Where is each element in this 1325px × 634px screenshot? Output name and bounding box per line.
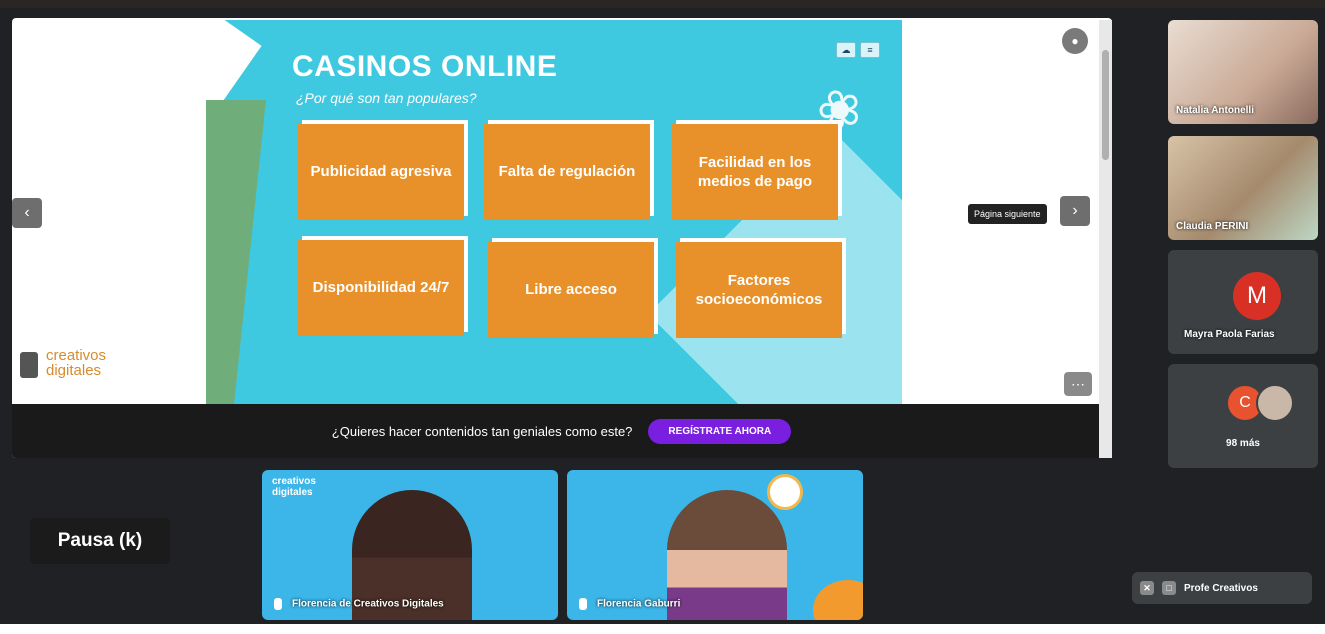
mic-icon xyxy=(579,598,587,610)
card-libre-acceso: Libre acceso xyxy=(488,242,654,338)
menu-icon[interactable]: ≡ xyxy=(860,42,880,58)
robot-icon xyxy=(20,352,38,378)
card-medios-pago: Facilidad en los medios de pago xyxy=(672,124,838,220)
presenter-chip[interactable]: ✕ □ Profe Creativos xyxy=(1132,572,1312,604)
scroll-thumb[interactable] xyxy=(1102,50,1109,160)
participant-tile[interactable]: M Mayra Paola Farias xyxy=(1168,250,1318,354)
mic-off-icon[interactable]: ✕ xyxy=(1140,581,1154,595)
present-icon[interactable]: □ xyxy=(1162,581,1176,595)
card-regulacion: Falta de regulación xyxy=(484,124,650,220)
participant-name: Claudia PERINI xyxy=(1176,221,1249,232)
participant-video xyxy=(667,490,787,620)
bottom-edge xyxy=(0,624,1325,634)
slide-toolbar: ☁ ≡ xyxy=(836,42,880,58)
slide: ☁ ≡ ❀ CASINOS ONLINE ¿Por qué son tan po… xyxy=(206,20,902,404)
more-participants-tile[interactable]: C 98 más xyxy=(1168,364,1318,468)
decoration xyxy=(813,580,863,620)
badge-icon xyxy=(767,474,803,510)
cta-bar: ¿Quieres hacer contenidos tan geniales c… xyxy=(12,404,1111,458)
video-participant-name: Florencia de Creativos Digitales xyxy=(292,598,444,610)
chevron-right-icon: › xyxy=(1072,202,1078,219)
slide-green-shape xyxy=(206,100,266,404)
presentation-frame: ● ☁ ≡ ❀ CASINOS ONLINE ¿Por qué son tan … xyxy=(12,18,1112,458)
cloud-icon[interactable]: ☁ xyxy=(836,42,856,58)
next-slide-button[interactable]: › xyxy=(1060,196,1090,226)
slide-title: CASINOS ONLINE xyxy=(292,50,558,83)
slide-subtitle: ¿Por qué son tan populares? xyxy=(296,90,477,106)
scrollbar[interactable] xyxy=(1099,20,1112,458)
video-tile[interactable]: Florencia Gaburri xyxy=(567,470,863,620)
card-socioeconomicos: Factores socioeconómicos xyxy=(676,242,842,338)
prev-slide-button[interactable]: ‹ xyxy=(12,198,42,228)
mic-icon xyxy=(274,598,282,610)
cta-text: ¿Quieres hacer contenidos tan geniales c… xyxy=(331,423,633,439)
chevron-left-icon: ‹ xyxy=(24,204,30,221)
avatar xyxy=(1256,384,1294,422)
register-button[interactable]: REGÍSTRATE AHORA xyxy=(648,418,792,444)
participant-tile[interactable]: Claudia PERINI xyxy=(1168,136,1318,240)
participant-name: Natalia Antonelli xyxy=(1176,105,1254,116)
presenter-name: Profe Creativos xyxy=(1184,582,1258,594)
top-strip xyxy=(0,0,1325,8)
video-participant-name: Florencia Gaburri xyxy=(597,598,681,610)
participant-name: Mayra Paola Farias xyxy=(1184,329,1275,340)
card-disponibilidad: Disponibilidad 24/7 xyxy=(298,240,464,336)
more-participants-count: 98 más xyxy=(1226,438,1260,449)
more-options-button[interactable]: ⋯ xyxy=(1064,372,1092,396)
cast-icon[interactable]: ● xyxy=(1062,28,1088,54)
participant-tile[interactable]: Natalia Antonelli xyxy=(1168,20,1318,124)
card-publicidad: Publicidad agresiva xyxy=(298,124,464,220)
next-slide-tooltip: Página siguiente xyxy=(968,204,1047,224)
creativos-digitales-logo: creativos digitales xyxy=(272,476,316,498)
pause-overlay: Pausa (k) xyxy=(30,518,170,564)
avatar: M xyxy=(1233,272,1281,320)
video-tile[interactable]: creativos digitales Florencia de Creativo… xyxy=(262,470,558,620)
